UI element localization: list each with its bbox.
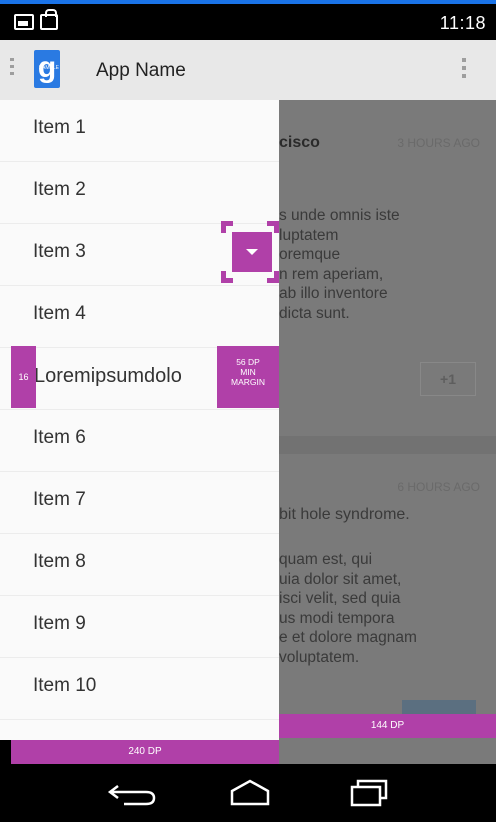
card-body: s unde omnis iste luptatem oremque n rem… [279, 207, 400, 322]
drawer-width-annotation: 240 DP [11, 740, 279, 764]
drawer-item-8[interactable]: Item 8 [0, 534, 279, 596]
card-timestamp: 6 HOURS AGO [397, 480, 480, 494]
card-action-button[interactable] [402, 700, 476, 714]
drawer-item-7[interactable]: Item 7 [0, 472, 279, 534]
drawer-item-6[interactable]: Item 6 [0, 410, 279, 472]
navigation-drawer: Item 1 Item 2 Item 3 Item 4 Loremipsumdo… [0, 100, 279, 740]
shopping-bag-icon [40, 9, 58, 30]
content-width-annotation: 144 DP [279, 714, 496, 738]
card-body: quam est, qui uia dolor sit amet, isci v… [279, 551, 417, 666]
picture-icon [14, 14, 34, 30]
action-bar [0, 40, 496, 100]
drawer-item-4[interactable]: Item 4 [0, 286, 279, 348]
system-navigation-bar [0, 764, 496, 822]
drawer-item-1[interactable]: Item 1 [0, 100, 279, 162]
drawer-indicator-icon[interactable] [10, 58, 14, 82]
dropdown-indicator-icon [232, 232, 272, 272]
card-title: bit hole syndrome. [279, 506, 410, 523]
drawer-item-9[interactable]: Item 9 [0, 596, 279, 658]
clock: 11:18 [439, 13, 486, 33]
plus-one-button[interactable]: +1 [420, 362, 476, 396]
status-bar: 11:18 [0, 4, 496, 40]
main-content-dimmed: cisco 3 HOURS AGO s unde omnis iste lupt… [279, 100, 496, 764]
app-logo[interactable]: g SAMPLE [34, 50, 60, 88]
app-title: App Name [96, 60, 186, 81]
drawer-item-10[interactable]: Item 10 [0, 658, 279, 720]
card-heading: cisco [279, 134, 320, 151]
overflow-menu-icon[interactable] [462, 58, 466, 82]
touch-target-corner [221, 271, 233, 283]
drawer-item-2[interactable]: Item 2 [0, 162, 279, 224]
recent-apps-icon[interactable] [338, 776, 398, 810]
card-divider [279, 436, 496, 454]
left-margin-annotation: 16 [11, 346, 36, 408]
card-timestamp: 3 HOURS AGO [397, 136, 480, 150]
home-icon[interactable] [220, 776, 280, 810]
back-icon[interactable] [106, 776, 166, 810]
min-margin-annotation: 56 DP MIN MARGIN [217, 346, 279, 408]
touch-target-corner [267, 271, 279, 283]
